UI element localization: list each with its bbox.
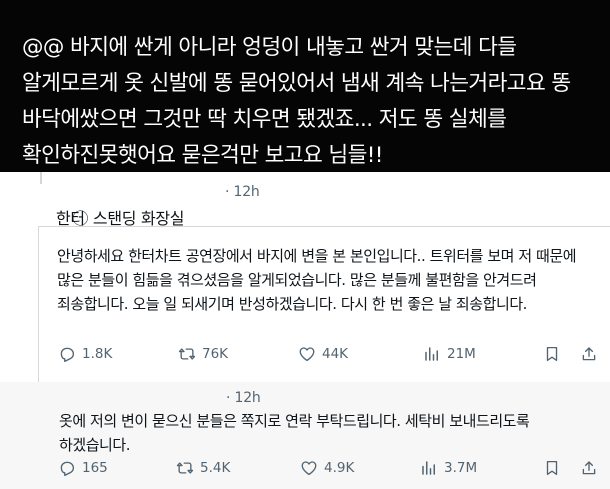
tweet: · 12h 옷에 저의 변이 묻으신 분들은 쪽지로 연락 부탁드립니다. 세탁…: [0, 382, 610, 489]
reply-button[interactable]: 1.8K: [58, 342, 112, 366]
like-count: 4.9K: [324, 460, 355, 476]
retweet-button[interactable]: 76K: [178, 342, 228, 366]
tweet-text: 옷에 저의 변이 묻으신 분들은 쪽지로 연락 부탁드립니다. 세탁비 보내드리…: [59, 412, 530, 454]
views-icon: [422, 461, 435, 475]
reply-count: 165: [82, 460, 108, 476]
reply-count: 1.8K: [82, 346, 113, 362]
tweet-actions: 1.8K 76K 44K 21M: [0, 342, 610, 366]
caption-text: @@ 바지에 싼게 아니라 엉덩이 내놓고 싼거 맞는데 다들 알게모르게 옷 …: [22, 35, 571, 168]
retweet-button[interactable]: 5.4K: [176, 456, 230, 480]
tweet-timestamp[interactable]: · 12h: [226, 390, 261, 406]
bookmark-button[interactable]: [543, 456, 561, 480]
reply-icon: [60, 347, 75, 363]
view-count: 21M: [447, 346, 476, 362]
bookmark-icon: [546, 460, 558, 476]
like-button[interactable]: 4.9K: [300, 456, 354, 480]
retweet-count: 76K: [202, 346, 229, 362]
like-count: 44K: [322, 346, 349, 362]
share-icon: [582, 347, 596, 361]
bookmark-button[interactable]: [543, 342, 561, 366]
retweet-icon: [176, 462, 194, 474]
views-button[interactable]: 21M: [423, 342, 476, 366]
reply-icon: [60, 461, 75, 477]
share-button[interactable]: [580, 342, 598, 366]
tweet-text: 안녕하세요 한터차트 공연장에서 바지에 변을 본 본인입니다.. 트위터를 보…: [57, 247, 577, 313]
reply-button[interactable]: 165: [58, 456, 108, 480]
like-icon: [301, 461, 317, 476]
tweet-timestamp[interactable]: · 12h: [225, 184, 260, 200]
retweet-icon: [178, 348, 196, 360]
tweet: · 12h 한터 ⃝ 스탠딩 화장실 안녕하세요 한터차트 공연장에서 바지에 …: [0, 172, 610, 383]
like-icon: [299, 347, 315, 362]
tweet-actions: 165 5.4K 4.9K 3.7M: [0, 456, 610, 480]
retweet-count: 5.4K: [200, 460, 231, 476]
share-button[interactable]: [580, 456, 598, 480]
caption-overlay: @@ 바지에 싼게 아니라 엉덩이 내놓고 싼거 맞는데 다들 알게모르게 옷 …: [0, 0, 610, 172]
views-icon: [425, 347, 438, 361]
share-icon: [582, 461, 596, 475]
view-count: 3.7M: [444, 460, 478, 476]
views-button[interactable]: 3.7M: [420, 456, 477, 480]
bookmark-icon: [546, 346, 558, 362]
like-button[interactable]: 44K: [298, 342, 348, 366]
